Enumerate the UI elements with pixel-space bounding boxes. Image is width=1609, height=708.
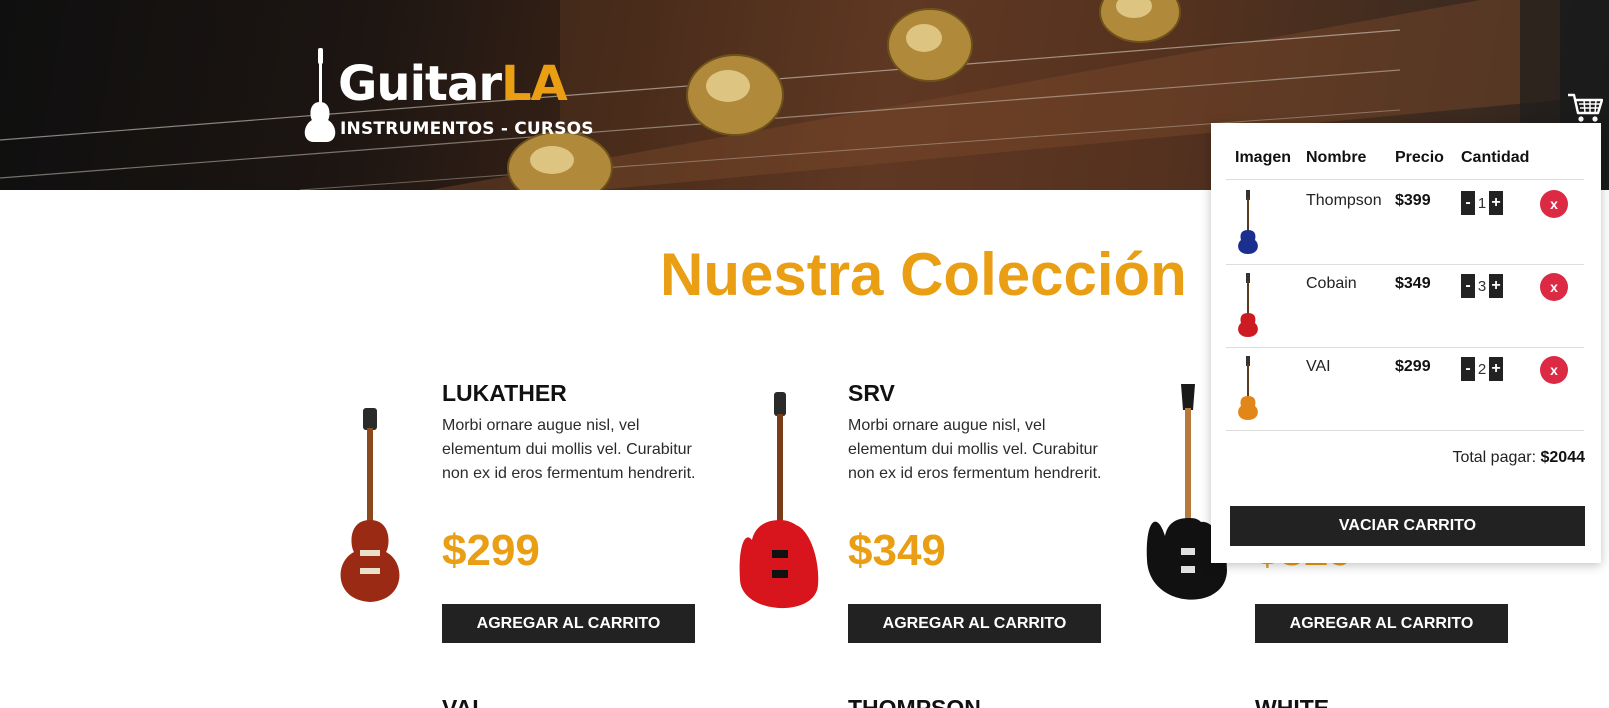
product-card: WHITE xyxy=(1143,695,1523,708)
product-name: SRV xyxy=(848,380,895,406)
remove-item-button[interactable]: x xyxy=(1540,190,1568,218)
product-name: THOMPSON xyxy=(848,695,981,708)
cart-dropdown: Imagen Nombre Precio Cantidad Thompson $… xyxy=(1211,123,1601,563)
decrease-quantity-button[interactable]: - xyxy=(1461,274,1475,298)
cart-header-quantity: Cantidad xyxy=(1461,149,1530,166)
cart-header-image: Imagen xyxy=(1235,149,1292,166)
empty-cart-button[interactable]: VACIAR CARRITO xyxy=(1230,506,1585,546)
logo-tagline: INSTRUMENTOS - CURSOS xyxy=(340,119,594,139)
remove-item-button[interactable]: x xyxy=(1540,273,1568,301)
decrease-quantity-button[interactable]: - xyxy=(1461,357,1475,381)
product-image-lukather xyxy=(340,408,400,602)
product-card: THOMPSON xyxy=(736,695,1116,708)
cart-item-row: Cobain $349 - 3 + x xyxy=(1226,263,1584,348)
cart-item-price: $299 xyxy=(1395,358,1431,375)
increase-quantity-button[interactable]: + xyxy=(1489,274,1503,298)
cart-header-price: Precio xyxy=(1395,149,1444,166)
quantity-stepper: - 2 + xyxy=(1461,356,1503,382)
add-to-cart-button[interactable]: AGREGAR AL CARRITO xyxy=(848,604,1101,643)
quantity-stepper: - 3 + xyxy=(1461,273,1503,299)
cart-item-name: Cobain xyxy=(1306,275,1357,292)
product-price: $299 xyxy=(442,526,540,575)
cart-item-price: $349 xyxy=(1395,275,1431,292)
product-name: WHITE xyxy=(1255,695,1330,708)
remove-item-button[interactable]: x xyxy=(1540,356,1568,384)
cart-item-name: Thompson xyxy=(1306,192,1382,209)
cart-item-image xyxy=(1238,190,1258,254)
product-image-srv xyxy=(739,392,819,609)
cart-item-image xyxy=(1238,356,1258,420)
guitar-logo-icon xyxy=(304,48,336,142)
increase-quantity-button[interactable]: + xyxy=(1489,357,1503,381)
quantity-stepper: - 1 + xyxy=(1461,190,1503,216)
product-card: LUKATHER Morbi ornare augue nisl, vel el… xyxy=(330,380,710,680)
add-to-cart-button[interactable]: AGREGAR AL CARRITO xyxy=(1255,604,1508,643)
logo-word-guitar: Guitar xyxy=(338,56,502,112)
product-name: LUKATHER xyxy=(442,380,567,406)
site-logo[interactable]: GuitarLA INSTRUMENTOS - CURSOS xyxy=(300,46,620,146)
cart-header-name: Nombre xyxy=(1306,149,1367,166)
product-description: Morbi ornare augue nisl, vel elementum d… xyxy=(442,417,696,482)
cart-icon[interactable] xyxy=(1567,92,1603,124)
quantity-value: 1 xyxy=(1477,194,1487,212)
increase-quantity-button[interactable]: + xyxy=(1489,191,1503,215)
product-price: $349 xyxy=(848,526,946,575)
cart-total: Total pagar: $2044 xyxy=(1452,449,1585,467)
product-name: VAI xyxy=(442,695,479,708)
add-to-cart-button[interactable]: AGREGAR AL CARRITO xyxy=(442,604,695,643)
product-card: SRV Morbi ornare augue nisl, vel element… xyxy=(736,380,1116,680)
cart-item-image xyxy=(1238,273,1258,337)
cart-total-value: $2044 xyxy=(1540,449,1586,466)
cart-item-price: $399 xyxy=(1395,192,1431,209)
quantity-value: 2 xyxy=(1477,360,1487,378)
cart-item-row: VAI $299 - 2 + x xyxy=(1226,346,1584,431)
cart-total-label: Total pagar: xyxy=(1452,449,1537,466)
cart-item-name: VAI xyxy=(1306,358,1331,375)
logo-wordmark: GuitarLA xyxy=(338,60,568,108)
quantity-value: 3 xyxy=(1477,277,1487,295)
decrease-quantity-button[interactable]: - xyxy=(1461,191,1475,215)
cart-item-row: Thompson $399 - 1 + x xyxy=(1226,180,1584,265)
product-card: VAI xyxy=(330,695,710,708)
logo-word-la: LA xyxy=(501,56,568,112)
page-title: Nuestra Colección xyxy=(660,241,1187,308)
product-description: Morbi ornare augue nisl, vel elementum d… xyxy=(848,417,1102,482)
